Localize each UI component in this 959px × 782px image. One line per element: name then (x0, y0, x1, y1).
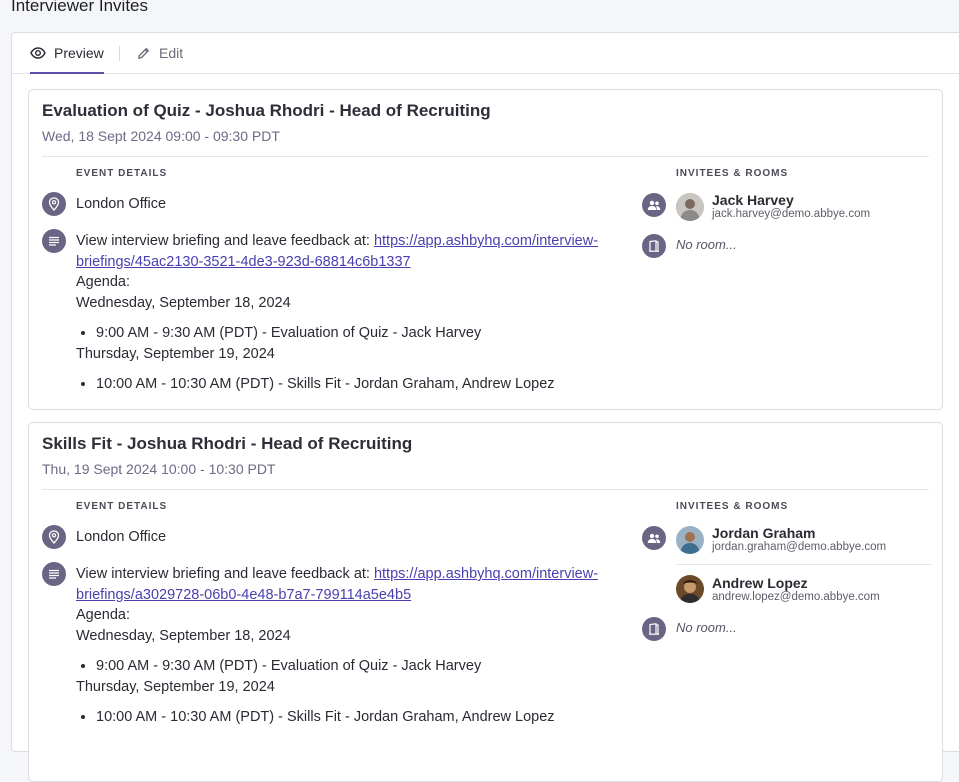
event-location: London Office (76, 529, 167, 545)
description-lines-icon (42, 229, 66, 253)
agenda-list: 10:00 AM - 10:30 AM (PDT) - Skills Fit -… (76, 707, 636, 728)
invitee-email: andrew.lopez@demo.abbye.com (712, 591, 880, 603)
tab-preview[interactable]: Preview (30, 33, 104, 74)
event-title: Evaluation of Quiz - Joshua Rhodri - Hea… (42, 101, 491, 120)
avatar (676, 575, 704, 603)
invitees-rooms-label: INVITEES & ROOMS (676, 501, 789, 512)
tab-edit[interactable]: Edit (136, 33, 183, 73)
event-datetime: Wed, 18 Sept 2024 09:00 - 09:30 PDT (42, 128, 280, 144)
page-title: Interviewer Invites (11, 0, 148, 15)
agenda-item: 9:00 AM - 9:30 AM (PDT) - Evaluation of … (96, 656, 636, 677)
description-lines-icon (42, 562, 66, 586)
divider (42, 156, 929, 157)
event-description: View interview briefing and leave feedba… (76, 231, 636, 395)
invitee-name: Jack Harvey (712, 192, 794, 208)
invitee-email: jordan.graham@demo.abbye.com (712, 541, 887, 553)
tab-bar: Preview Edit (12, 33, 959, 74)
event-datetime: Thu, 19 Sept 2024 10:00 - 10:30 PDT (42, 461, 276, 477)
event-location: London Office (76, 196, 167, 212)
invitee-divider (676, 564, 931, 565)
no-room-text: No room... (676, 237, 737, 252)
room-door-icon (642, 617, 666, 641)
agenda-day: Wednesday, September 18, 2024 (76, 294, 291, 311)
people-icon (642, 193, 666, 217)
agenda-item: 9:00 AM - 9:30 AM (PDT) - Evaluation of … (96, 323, 636, 344)
invitee-name: Andrew Lopez (712, 575, 808, 591)
agenda-day: Thursday, September 19, 2024 (76, 678, 275, 695)
people-icon (642, 526, 666, 550)
description-prefix: View interview briefing and leave feedba… (76, 566, 374, 582)
event-card: Evaluation of Quiz - Joshua Rhodri - Hea… (28, 89, 943, 410)
event-details-label: EVENT DETAILS (76, 501, 168, 512)
event-description: View interview briefing and leave feedba… (76, 564, 636, 728)
location-pin-icon (42, 525, 66, 549)
divider (42, 489, 929, 490)
agenda-label: Agenda: (76, 274, 131, 290)
pencil-icon (138, 47, 150, 59)
agenda-item: 10:00 AM - 10:30 AM (PDT) - Skills Fit -… (96, 374, 636, 395)
agenda-label: Agenda: (76, 607, 131, 623)
invitee-name: Jordan Graham (712, 525, 816, 541)
agenda-list: 9:00 AM - 9:30 AM (PDT) - Evaluation of … (76, 323, 636, 344)
agenda-list: 10:00 AM - 10:30 AM (PDT) - Skills Fit -… (76, 374, 636, 395)
event-details-label: EVENT DETAILS (76, 168, 168, 179)
no-room-text: No room... (676, 620, 737, 635)
room-door-icon (642, 234, 666, 258)
tab-preview-label: Preview (54, 45, 104, 61)
tab-edit-label: Edit (159, 45, 184, 61)
agenda-list: 9:00 AM - 9:30 AM (PDT) - Evaluation of … (76, 656, 636, 677)
location-pin-icon (42, 192, 66, 216)
invitee-email: jack.harvey@demo.abbye.com (712, 208, 871, 220)
agenda-day: Wednesday, September 18, 2024 (76, 627, 291, 644)
agenda-item: 10:00 AM - 10:30 AM (PDT) - Skills Fit -… (96, 707, 636, 728)
eye-icon (30, 47, 46, 59)
invitees-rooms-label: INVITEES & ROOMS (676, 168, 789, 179)
event-title: Skills Fit - Joshua Rhodri - Head of Rec… (42, 434, 413, 453)
description-prefix: View interview briefing and leave feedba… (76, 233, 374, 249)
invites-panel: Preview Edit Evaluation of Quiz - Joshua… (11, 32, 959, 782)
agenda-day: Thursday, September 19, 2024 (76, 345, 275, 362)
tab-separator (119, 46, 120, 61)
event-card: Skills Fit - Joshua Rhodri - Head of Rec… (28, 422, 943, 782)
avatar (676, 193, 704, 221)
avatar (676, 526, 704, 554)
